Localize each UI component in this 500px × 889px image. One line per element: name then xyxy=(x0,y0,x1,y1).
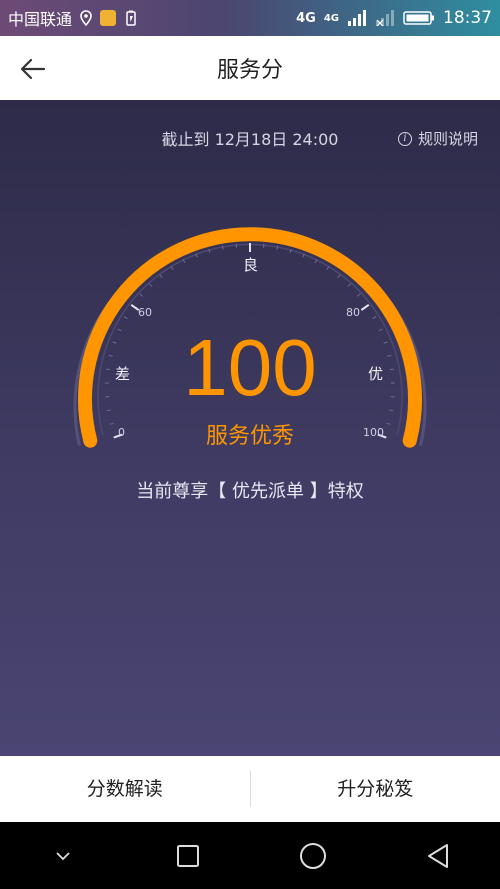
service-score: 100 xyxy=(183,323,317,412)
status-bar: 中国联通 4G 4G 18:37 xyxy=(0,0,500,36)
back-arrow-icon[interactable] xyxy=(18,54,48,84)
gauge-minor-tick xyxy=(337,274,341,278)
network-type-2: 4G xyxy=(323,12,339,24)
recents-icon[interactable] xyxy=(168,836,208,876)
battery-saver-icon xyxy=(126,10,136,26)
gauge-minor-tick xyxy=(356,293,361,297)
back-triangle-icon[interactable] xyxy=(418,836,458,876)
page-title: 服务分 xyxy=(216,58,283,83)
notification-icon xyxy=(100,10,117,26)
status-right: 4G 4G 18:37 xyxy=(296,8,492,28)
gauge-minor-tick xyxy=(106,409,111,412)
gauge-minor-tick xyxy=(123,316,128,320)
tick-label-80: 80 xyxy=(346,306,360,319)
score-panel: 截止到 12月18日 24:00 i 规则说明 0 60 80 100 差 良 … xyxy=(0,100,500,756)
chevron-down-icon[interactable] xyxy=(43,836,83,876)
gauge-minor-tick xyxy=(326,266,330,271)
gauge-minor-tick xyxy=(139,293,144,297)
wifi-off-icon xyxy=(376,10,394,26)
service-grade: 服务优秀 xyxy=(205,424,294,449)
tick-label-60: 60 xyxy=(138,306,152,319)
location-icon xyxy=(80,10,92,26)
gauge-minor-tick xyxy=(372,316,377,320)
battery-icon xyxy=(403,11,434,25)
score-tips-button[interactable]: 升分秘笈 xyxy=(251,771,500,807)
gauge-minor-tick xyxy=(389,409,394,412)
title-bar: 服务分 xyxy=(0,36,500,100)
status-left: 中国联通 xyxy=(8,6,138,30)
carrier-name: 中国联通 xyxy=(8,10,73,29)
gauge-major-tick xyxy=(360,304,370,311)
gauge-minor-tick xyxy=(170,266,174,271)
gauge-minor-tick xyxy=(148,283,153,287)
network-type-1: 4G xyxy=(296,10,316,26)
privilege-text: 当前尊享【 优先派单 】特权 xyxy=(136,481,364,502)
status-time: 18:37 xyxy=(443,8,492,28)
nav-bar xyxy=(0,822,500,889)
home-icon[interactable] xyxy=(293,836,333,876)
grade-label-good: 良 xyxy=(243,256,259,274)
gauge-minor-tick xyxy=(347,283,352,287)
gauge-minor-tick xyxy=(159,274,163,278)
score-interpretation-button[interactable]: 分数解读 xyxy=(0,771,250,807)
signal-icon xyxy=(348,10,366,26)
bottom-tabs: 分数解读 升分秘笈 xyxy=(0,756,500,822)
